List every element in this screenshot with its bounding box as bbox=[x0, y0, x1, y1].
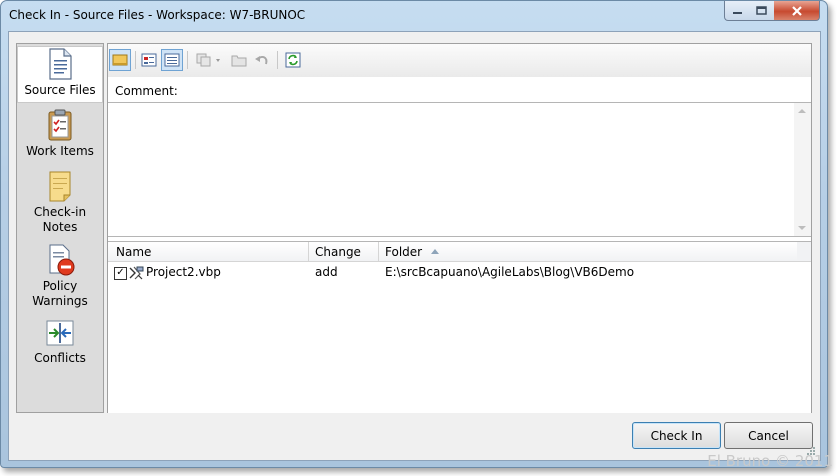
check-in-dialog: Check In - Source Files - Workspace: W7-… bbox=[0, 0, 828, 468]
sidebar-item-checkin-notes[interactable]: Check-in Notes bbox=[18, 169, 102, 234]
toolbar-separator bbox=[187, 51, 188, 69]
sidebar-item-conflicts[interactable]: Conflicts bbox=[18, 319, 102, 371]
list-view-icon bbox=[141, 53, 157, 67]
sidebar-item-source-files[interactable]: Source Files bbox=[17, 46, 103, 103]
sidebar-item-label: Source Files bbox=[24, 83, 96, 97]
check-in-button-label: Check In bbox=[650, 428, 703, 443]
close-button[interactable] bbox=[774, 1, 820, 21]
comment-icon bbox=[112, 54, 128, 66]
source-files-icon bbox=[49, 48, 72, 80]
watermark: El Bruno © 2011 bbox=[707, 452, 833, 470]
maximize-button[interactable] bbox=[749, 1, 775, 21]
cancel-button[interactable]: Cancel bbox=[724, 422, 813, 449]
minimize-button[interactable] bbox=[724, 1, 751, 21]
flat-list-icon bbox=[164, 53, 180, 67]
refresh-icon bbox=[285, 52, 301, 68]
source-files-panel: Comment: Name Change Folder ✓ Project2.v… bbox=[107, 43, 812, 413]
table-header: Name Change Folder bbox=[108, 242, 811, 262]
sidebar-item-label-line2: Notes bbox=[42, 220, 78, 234]
comment-input[interactable] bbox=[108, 102, 811, 237]
scroll-down-icon[interactable] bbox=[798, 226, 806, 230]
checkin-notes-icon bbox=[49, 171, 71, 202]
cancel-button-label: Cancel bbox=[748, 428, 789, 443]
check-in-button[interactable]: Check In bbox=[632, 422, 721, 449]
compare-dropdown-button[interactable] bbox=[192, 49, 226, 71]
undo-icon bbox=[255, 55, 268, 65]
work-items-icon bbox=[48, 109, 72, 141]
channel-sidebar: Source Files Work Items Check-in Notes P… bbox=[16, 43, 104, 413]
toolbar-separator bbox=[135, 51, 136, 69]
vb-project-icon bbox=[129, 266, 144, 280]
toolbar bbox=[108, 44, 811, 77]
sort-ascending-icon bbox=[431, 249, 440, 254]
sidebar-item-label: Work Items bbox=[26, 144, 94, 158]
details-view-button[interactable] bbox=[138, 49, 160, 71]
maximize-icon bbox=[756, 6, 767, 15]
column-header-name[interactable]: Name bbox=[116, 245, 151, 259]
refresh-button[interactable] bbox=[282, 49, 304, 71]
sidebar-item-work-items[interactable]: Work Items bbox=[18, 108, 102, 160]
comment-scrollbar[interactable] bbox=[794, 103, 811, 236]
table-row[interactable]: ✓ Project2.vbp add E:\srcBcapuano\AgileL… bbox=[108, 264, 794, 282]
sidebar-item-label-line1: Check-in bbox=[33, 205, 87, 219]
policy-warnings-icon bbox=[49, 244, 75, 276]
sidebar-item-label-line2: Warnings bbox=[32, 294, 88, 308]
pending-changes-table: Name Change Folder ✓ Project2.vbp add E:… bbox=[108, 241, 811, 413]
minimize-icon bbox=[733, 12, 742, 14]
close-icon bbox=[791, 5, 802, 16]
column-divider[interactable] bbox=[378, 242, 379, 261]
window-title: Check In - Source Files - Workspace: W7-… bbox=[9, 8, 306, 22]
comment-toggle-button[interactable] bbox=[109, 49, 131, 71]
sidebar-item-label-line1: Policy bbox=[42, 279, 78, 293]
file-name: Project2.vbp bbox=[146, 265, 221, 279]
file-checkbox[interactable]: ✓ bbox=[114, 267, 127, 280]
file-folder: E:\srcBcapuano\AgileLabs\Blog\VB6Demo bbox=[385, 265, 635, 279]
sidebar-item-label: Conflicts bbox=[34, 351, 86, 365]
flat-view-button[interactable] bbox=[161, 49, 183, 71]
comment-label: Comment: bbox=[115, 84, 178, 98]
column-divider[interactable] bbox=[308, 242, 309, 261]
title-bar[interactable]: Check In - Source Files - Workspace: W7-… bbox=[1, 1, 827, 31]
conflicts-icon bbox=[46, 320, 74, 346]
scroll-up-icon[interactable] bbox=[798, 109, 806, 113]
column-header-folder[interactable]: Folder bbox=[385, 245, 440, 259]
toolbar-separator bbox=[277, 51, 278, 69]
compare-icon bbox=[196, 53, 220, 67]
undo-button[interactable] bbox=[251, 49, 273, 71]
column-header-change[interactable]: Change bbox=[315, 245, 361, 259]
file-change: add bbox=[315, 265, 338, 279]
folder-icon bbox=[231, 55, 247, 67]
header-scroll-corner bbox=[797, 242, 811, 261]
open-folder-button[interactable] bbox=[228, 49, 250, 71]
sidebar-item-policy-warnings[interactable]: Policy Warnings bbox=[18, 243, 102, 308]
column-header-folder-label: Folder bbox=[385, 245, 423, 259]
